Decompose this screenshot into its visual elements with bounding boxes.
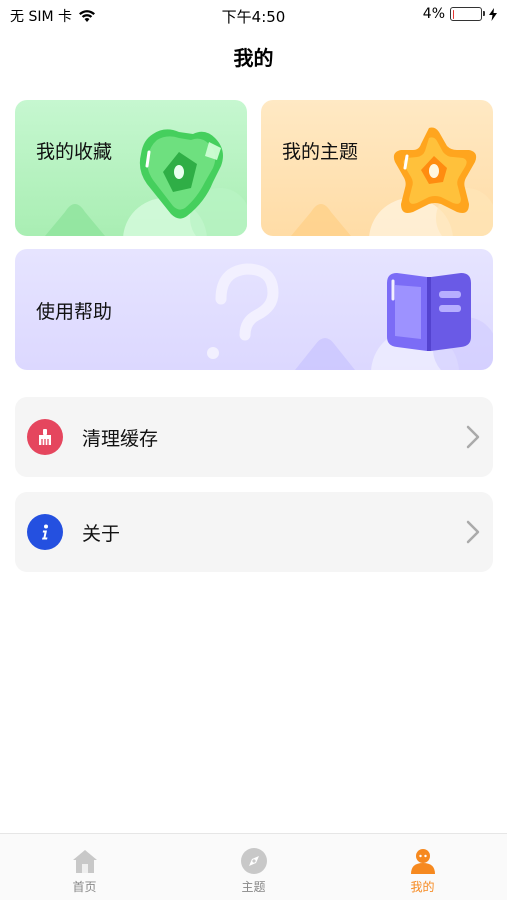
tab-themes-label: 主题 [241,880,266,894]
tab-mine[interactable]: 我的 [338,834,507,900]
info-icon [27,514,63,550]
favorites-card[interactable]: 我的收藏 [15,100,247,236]
chevron-right-icon [466,520,480,544]
help-book-icon [387,273,471,351]
mine-screen: 无 SIM 卡 下午4:50 4% 我的 我的收藏 我的主题 使用帮助 清理缓存… [0,0,507,900]
charging-bolt-icon [489,7,497,21]
battery-info: 4% [423,6,497,22]
chevron-right-icon [466,425,480,449]
clear-cache-row[interactable]: 清理缓存 [15,397,493,477]
wifi-icon [79,10,95,22]
help-card[interactable]: 使用帮助 [15,249,493,370]
tab-home[interactable]: 首页 [0,834,169,900]
themes-star-icon [393,127,477,213]
battery-percent: 4% [422,6,445,22]
carrier-info: 无 SIM 卡 [10,6,96,26]
help-label: 使用帮助 [36,301,113,323]
tab-home-label: 首页 [72,880,97,894]
about-row[interactable]: 关于 [15,492,493,572]
home-icon [72,850,97,873]
themes-card[interactable]: 我的主题 [261,100,493,236]
about-label: 关于 [82,523,121,545]
carrier-text: 无 SIM 卡 [10,9,72,25]
battery-icon [450,7,485,21]
compass-icon [240,848,267,874]
tab-themes[interactable]: 主题 [169,834,338,900]
tab-bar: 首页 主题 我的 [0,833,507,900]
user-icon [410,849,435,874]
favorites-tag-icon [139,129,223,219]
status-bar: 无 SIM 卡 下午4:50 4% [0,0,507,30]
battery-level [452,9,455,19]
page-title: 我的 [233,46,274,70]
clear-cache-label: 清理缓存 [82,428,159,450]
broom-icon [27,419,63,455]
themes-label: 我的主题 [282,141,359,163]
tab-mine-label: 我的 [410,880,435,894]
favorites-label: 我的收藏 [36,141,113,163]
